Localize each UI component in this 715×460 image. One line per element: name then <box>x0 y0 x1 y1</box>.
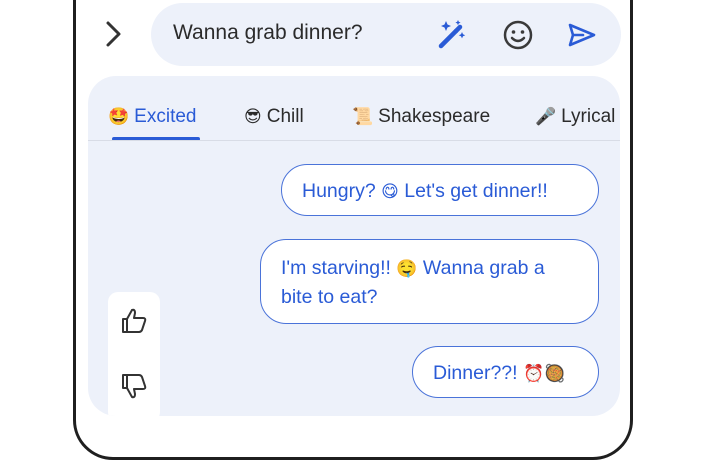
chevron-right-icon[interactable] <box>100 18 128 50</box>
tab-excited[interactable]: 🤩 Excited <box>108 106 196 128</box>
tab-lyrical[interactable]: 🎤 Lyrical <box>535 106 615 128</box>
send-icon[interactable] <box>565 18 599 52</box>
tab-divider <box>88 140 620 141</box>
smiley-icon[interactable] <box>501 18 535 52</box>
star-struck-emoji-icon: 🤩 <box>108 107 130 127</box>
yum-emoji-icon: 😋 <box>381 182 399 202</box>
thumbs-up-icon[interactable] <box>120 307 148 335</box>
thumbs-down-icon[interactable] <box>120 372 148 400</box>
feedback-panel <box>108 292 160 416</box>
scroll-emoji-icon: 📜 <box>352 107 374 127</box>
magic-wand-icon[interactable] <box>434 18 468 52</box>
drooling-emoji-icon: 🤤 <box>396 259 418 279</box>
suggestion-bubble[interactable]: Dinner??! ⏰🥘 <box>412 346 599 398</box>
tab-label: Chill <box>266 106 304 127</box>
tab-label: Lyrical <box>561 106 616 127</box>
alarm-clock-emoji-icon: ⏰🥘 <box>522 364 566 384</box>
suggestion-bubble[interactable]: I'm starving!! 🤤 Wanna grab a bite to ea… <box>260 239 599 324</box>
compose-bar[interactable]: Wanna grab dinner? <box>151 3 621 66</box>
sunglasses-emoji-icon: 😎 <box>244 107 262 127</box>
compose-input[interactable]: Wanna grab dinner? <box>173 21 363 45</box>
tab-label: Shakespeare <box>378 106 491 127</box>
suggestion-panel: 🤩 Excited 😎 Chill 📜 Shakespeare 🎤 Lyrical Hu… <box>88 76 620 416</box>
tab-chill[interactable]: 😎 Chill <box>244 106 304 128</box>
tab-shakespeare[interactable]: 📜 Shakespeare <box>352 106 490 128</box>
microphone-emoji-icon: 🎤 <box>535 107 557 127</box>
suggestion-bubble[interactable]: Hungry? 😋 Let's get dinner!! <box>281 164 599 216</box>
tab-label: Excited <box>134 106 197 127</box>
